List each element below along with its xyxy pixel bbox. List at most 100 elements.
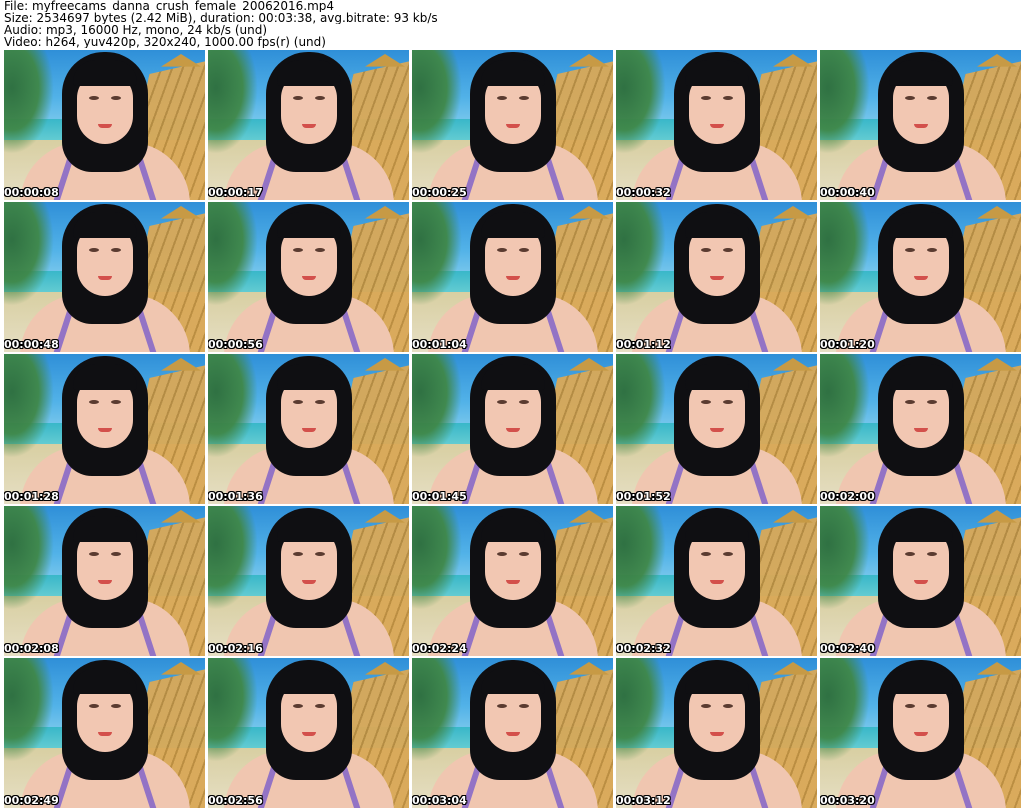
frame-timestamp: 00:00:25 bbox=[412, 186, 467, 199]
frame-timestamp: 00:01:28 bbox=[4, 490, 59, 503]
mouth bbox=[97, 276, 112, 280]
eye bbox=[110, 400, 121, 404]
frame-timestamp: 00:00:17 bbox=[208, 186, 263, 199]
eye bbox=[314, 704, 325, 708]
palm-leaves bbox=[412, 658, 462, 762]
mouth bbox=[913, 580, 928, 584]
mouth bbox=[505, 428, 520, 432]
frame-timestamp: 00:03:20 bbox=[820, 794, 875, 807]
person-bangs bbox=[684, 364, 749, 390]
mouth bbox=[709, 428, 724, 432]
eye bbox=[926, 704, 937, 708]
person-bangs bbox=[480, 60, 545, 86]
video-frame-thumbnail: 00:02:49 bbox=[4, 658, 205, 808]
mouth bbox=[709, 276, 724, 280]
frame-timestamp: 00:02:24 bbox=[412, 642, 467, 655]
person-bangs bbox=[888, 364, 953, 390]
eye bbox=[700, 552, 711, 556]
eye bbox=[722, 96, 733, 100]
person-bangs bbox=[480, 364, 545, 390]
mouth bbox=[913, 276, 928, 280]
frame-timestamp: 00:02:32 bbox=[616, 642, 671, 655]
eye bbox=[314, 248, 325, 252]
palm-leaves bbox=[412, 354, 462, 458]
eye bbox=[700, 96, 711, 100]
palm-leaves bbox=[412, 202, 462, 306]
palm-leaves bbox=[208, 658, 258, 762]
eye bbox=[88, 96, 99, 100]
person-bangs bbox=[480, 668, 545, 694]
eye bbox=[496, 704, 507, 708]
palm-leaves bbox=[4, 50, 54, 154]
video-frame-thumbnail: 00:01:12 bbox=[616, 202, 817, 352]
eye bbox=[314, 552, 325, 556]
palm-leaves bbox=[4, 354, 54, 458]
palm-leaves bbox=[208, 354, 258, 458]
eye bbox=[292, 248, 303, 252]
palm-leaves bbox=[820, 202, 870, 306]
eye bbox=[292, 96, 303, 100]
eye bbox=[110, 248, 121, 252]
mouth bbox=[301, 580, 316, 584]
mouth bbox=[709, 124, 724, 128]
frame-timestamp: 00:03:12 bbox=[616, 794, 671, 807]
video-frame-thumbnail: 00:00:25 bbox=[412, 50, 613, 200]
frame-timestamp: 00:01:52 bbox=[616, 490, 671, 503]
person-bangs bbox=[888, 516, 953, 542]
eye bbox=[110, 704, 121, 708]
frame-timestamp: 00:01:12 bbox=[616, 338, 671, 351]
person-bangs bbox=[276, 516, 341, 542]
eye bbox=[496, 96, 507, 100]
palm-leaves bbox=[4, 506, 54, 610]
audio-info-line: Audio: mp3, 16000 Hz, mono, 24 kb/s (und… bbox=[4, 24, 268, 36]
eye bbox=[496, 552, 507, 556]
palm-leaves bbox=[208, 506, 258, 610]
person-bangs bbox=[72, 516, 137, 542]
palm-leaves bbox=[820, 506, 870, 610]
frame-timestamp: 00:02:08 bbox=[4, 642, 59, 655]
person-bangs bbox=[72, 60, 137, 86]
eye bbox=[926, 96, 937, 100]
video-frame-thumbnail: 00:01:52 bbox=[616, 354, 817, 504]
palm-leaves bbox=[616, 50, 666, 154]
eye bbox=[496, 248, 507, 252]
eye bbox=[88, 248, 99, 252]
thumbnail-grid: 00:00:08 00:00:17 00:00:25 00:00:32 00:0… bbox=[4, 50, 1024, 811]
mouth bbox=[301, 276, 316, 280]
video-frame-thumbnail: 00:01:45 bbox=[412, 354, 613, 504]
video-frame-thumbnail: 00:01:20 bbox=[820, 202, 1021, 352]
frame-timestamp: 00:00:32 bbox=[616, 186, 671, 199]
person-bangs bbox=[276, 364, 341, 390]
frame-timestamp: 00:00:48 bbox=[4, 338, 59, 351]
mouth bbox=[913, 732, 928, 736]
eye bbox=[722, 704, 733, 708]
eye bbox=[110, 552, 121, 556]
mouth bbox=[709, 732, 724, 736]
person-bangs bbox=[72, 212, 137, 238]
eye bbox=[700, 248, 711, 252]
video-frame-thumbnail: 00:00:08 bbox=[4, 50, 205, 200]
eye bbox=[314, 400, 325, 404]
eye bbox=[314, 96, 325, 100]
person-bangs bbox=[888, 60, 953, 86]
frame-timestamp: 00:01:04 bbox=[412, 338, 467, 351]
palm-leaves bbox=[412, 50, 462, 154]
palm-leaves bbox=[208, 202, 258, 306]
video-frame-thumbnail: 00:02:32 bbox=[616, 506, 817, 656]
frame-timestamp: 00:00:56 bbox=[208, 338, 263, 351]
mouth bbox=[97, 580, 112, 584]
person-bangs bbox=[276, 668, 341, 694]
mouth bbox=[505, 732, 520, 736]
mouth bbox=[97, 124, 112, 128]
person-bangs bbox=[480, 212, 545, 238]
person-bangs bbox=[276, 212, 341, 238]
video-frame-thumbnail: 00:02:24 bbox=[412, 506, 613, 656]
frame-timestamp: 00:02:56 bbox=[208, 794, 263, 807]
eye bbox=[518, 704, 529, 708]
video-frame-thumbnail: 00:03:12 bbox=[616, 658, 817, 808]
video-frame-thumbnail: 00:00:56 bbox=[208, 202, 409, 352]
eye bbox=[518, 248, 529, 252]
mouth bbox=[505, 580, 520, 584]
palm-leaves bbox=[4, 658, 54, 762]
eye bbox=[496, 400, 507, 404]
